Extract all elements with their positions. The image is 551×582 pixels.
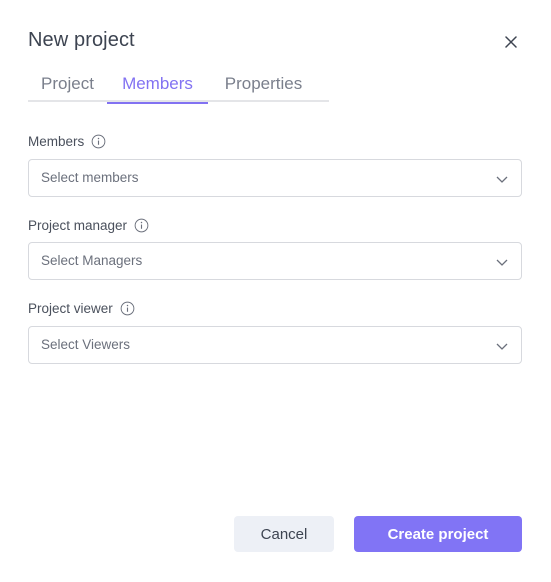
info-icon[interactable] [134,218,149,233]
chevron-down-icon [496,343,508,350]
dialog-title: New project [28,29,135,51]
members-select-placeholder: Select members [41,170,139,185]
project-manager-label-text: Project manager [28,218,128,233]
members-label: Members [28,134,106,149]
create-project-button[interactable]: Create project [354,516,522,552]
project-manager-select-placeholder: Select Managers [41,253,143,268]
tab-project[interactable]: Project [28,72,107,102]
tab-properties[interactable]: Properties [208,72,319,102]
close-icon [505,36,517,48]
close-button[interactable] [502,33,520,51]
info-icon[interactable] [120,301,135,316]
new-project-dialog: New project Project Members Properties M… [0,0,551,582]
chevron-down-icon [496,176,508,183]
project-viewer-select-placeholder: Select Viewers [41,337,131,352]
cancel-button[interactable]: Cancel [234,516,334,552]
chevron-down-icon [496,259,508,266]
project-manager-select[interactable]: Select Managers [28,242,522,280]
info-icon[interactable] [91,134,106,149]
project-viewer-select[interactable]: Select Viewers [28,326,522,364]
project-viewer-label-text: Project viewer [28,301,113,316]
members-select[interactable]: Select members [28,159,522,197]
project-viewer-label: Project viewer [28,301,135,316]
tab-members[interactable]: Members [107,72,208,104]
members-label-text: Members [28,134,85,149]
tab-bar: Project Members Properties [28,72,329,104]
project-manager-label: Project manager [28,218,149,233]
